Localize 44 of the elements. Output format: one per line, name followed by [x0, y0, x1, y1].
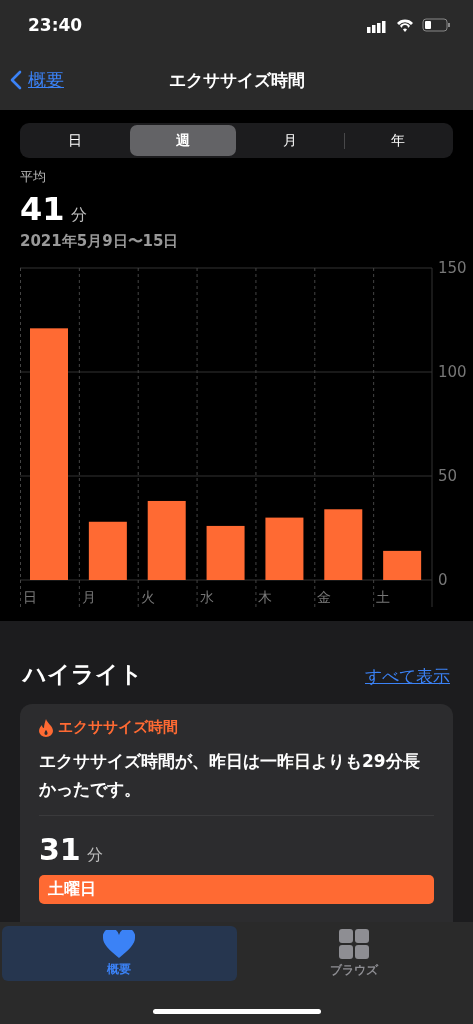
status-time: 23:40	[28, 15, 83, 35]
segment-tab[interactable]: 日	[22, 125, 129, 156]
bar	[383, 550, 422, 580]
axis-label: 日	[23, 589, 37, 605]
segment-tab[interactable]: 月	[237, 125, 344, 156]
unit-label: 分	[70, 205, 87, 226]
page-title: エクササイズ時間	[168, 68, 305, 92]
flame-icon	[39, 718, 53, 737]
segment-tab[interactable]: 年	[344, 125, 451, 156]
back-link[interactable]: 概要	[10, 68, 64, 92]
axis-label: 水	[199, 589, 214, 605]
highlight-text: エクササイズ時間が、昨日は一昨日よりも29分長かったです。	[39, 747, 434, 816]
axis-label: 金	[317, 589, 332, 605]
signal-icon	[367, 21, 386, 33]
segment-tab[interactable]: 週	[129, 125, 236, 156]
grid-icon	[338, 928, 369, 959]
tab-bar-item[interactable]: ブラウズ	[236, 926, 471, 981]
axis-label: 月	[81, 589, 96, 605]
axis-label: 100	[438, 363, 467, 381]
axis-label: 土	[376, 589, 391, 605]
axis-label: 木	[258, 589, 273, 605]
bar	[88, 521, 127, 580]
average-value: 41	[20, 190, 65, 228]
axis-label: 0	[438, 571, 448, 589]
heart-icon	[103, 929, 136, 958]
bar	[206, 525, 245, 580]
bar	[265, 517, 304, 580]
day-bar: 土曜日	[39, 875, 434, 904]
highlight-card[interactable]: エクササイズ時間 エクササイズ時間が、昨日は一昨日よりも29分長かったです。 31 分 土曜日	[20, 704, 453, 922]
card-category: エクササイズ時間	[58, 718, 178, 737]
tab-bar-item[interactable]: 概要	[2, 926, 237, 981]
wifi-icon	[397, 19, 413, 32]
chevron-left-icon	[10, 70, 22, 90]
highlight-value: 31	[39, 832, 81, 867]
section-title: ハイライト	[23, 660, 143, 689]
bar	[324, 509, 363, 580]
unit-label: 分	[86, 845, 103, 866]
axis-label: 50	[438, 467, 458, 485]
battery-icon	[422, 18, 450, 32]
show-all-link[interactable]: すべて表示	[365, 665, 450, 688]
date-range: 2021年5月9日〜15日	[20, 232, 180, 251]
axis-label: 150	[438, 260, 467, 277]
axis-label: 火	[140, 589, 155, 605]
average-label: 平均	[20, 168, 47, 186]
